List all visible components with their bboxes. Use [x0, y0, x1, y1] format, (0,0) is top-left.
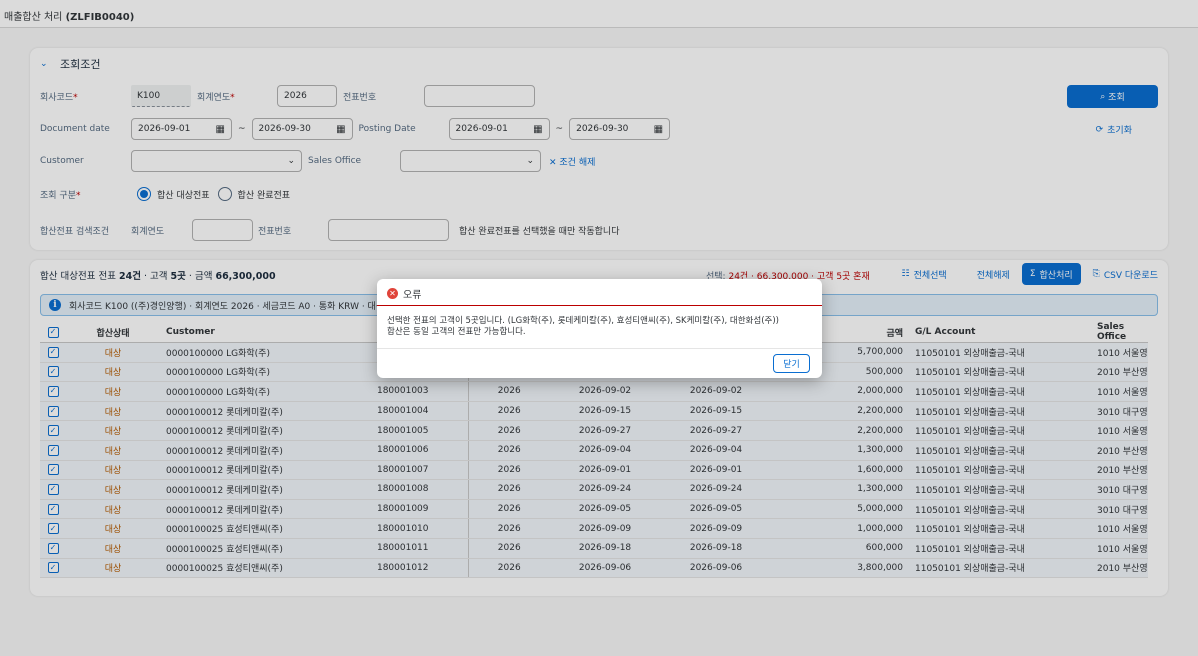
dialog-header: ✕ 오류 [387, 286, 421, 301]
close-button[interactable]: 닫기 [773, 354, 810, 373]
dialog-message: 선택한 전표의 고객이 5곳입니다. (LG화학(주), 롯데케미칼(주), 효… [387, 316, 815, 338]
dialog-message-line-1: 선택한 전표의 고객이 5곳입니다. (LG화학(주), 롯데케미칼(주), 효… [387, 316, 779, 326]
dialog-header-divider [377, 305, 822, 306]
error-dialog: ✕ 오류 선택한 전표의 고객이 5곳입니다. (LG화학(주), 롯데케미칼(… [377, 279, 822, 378]
dialog-footer-divider [377, 348, 822, 349]
dialog-title: 오류 [403, 290, 422, 301]
dialog-message-line-2: 합산은 동일 고객의 전표만 가능합니다. [387, 327, 526, 337]
error-icon: ✕ [387, 288, 398, 299]
